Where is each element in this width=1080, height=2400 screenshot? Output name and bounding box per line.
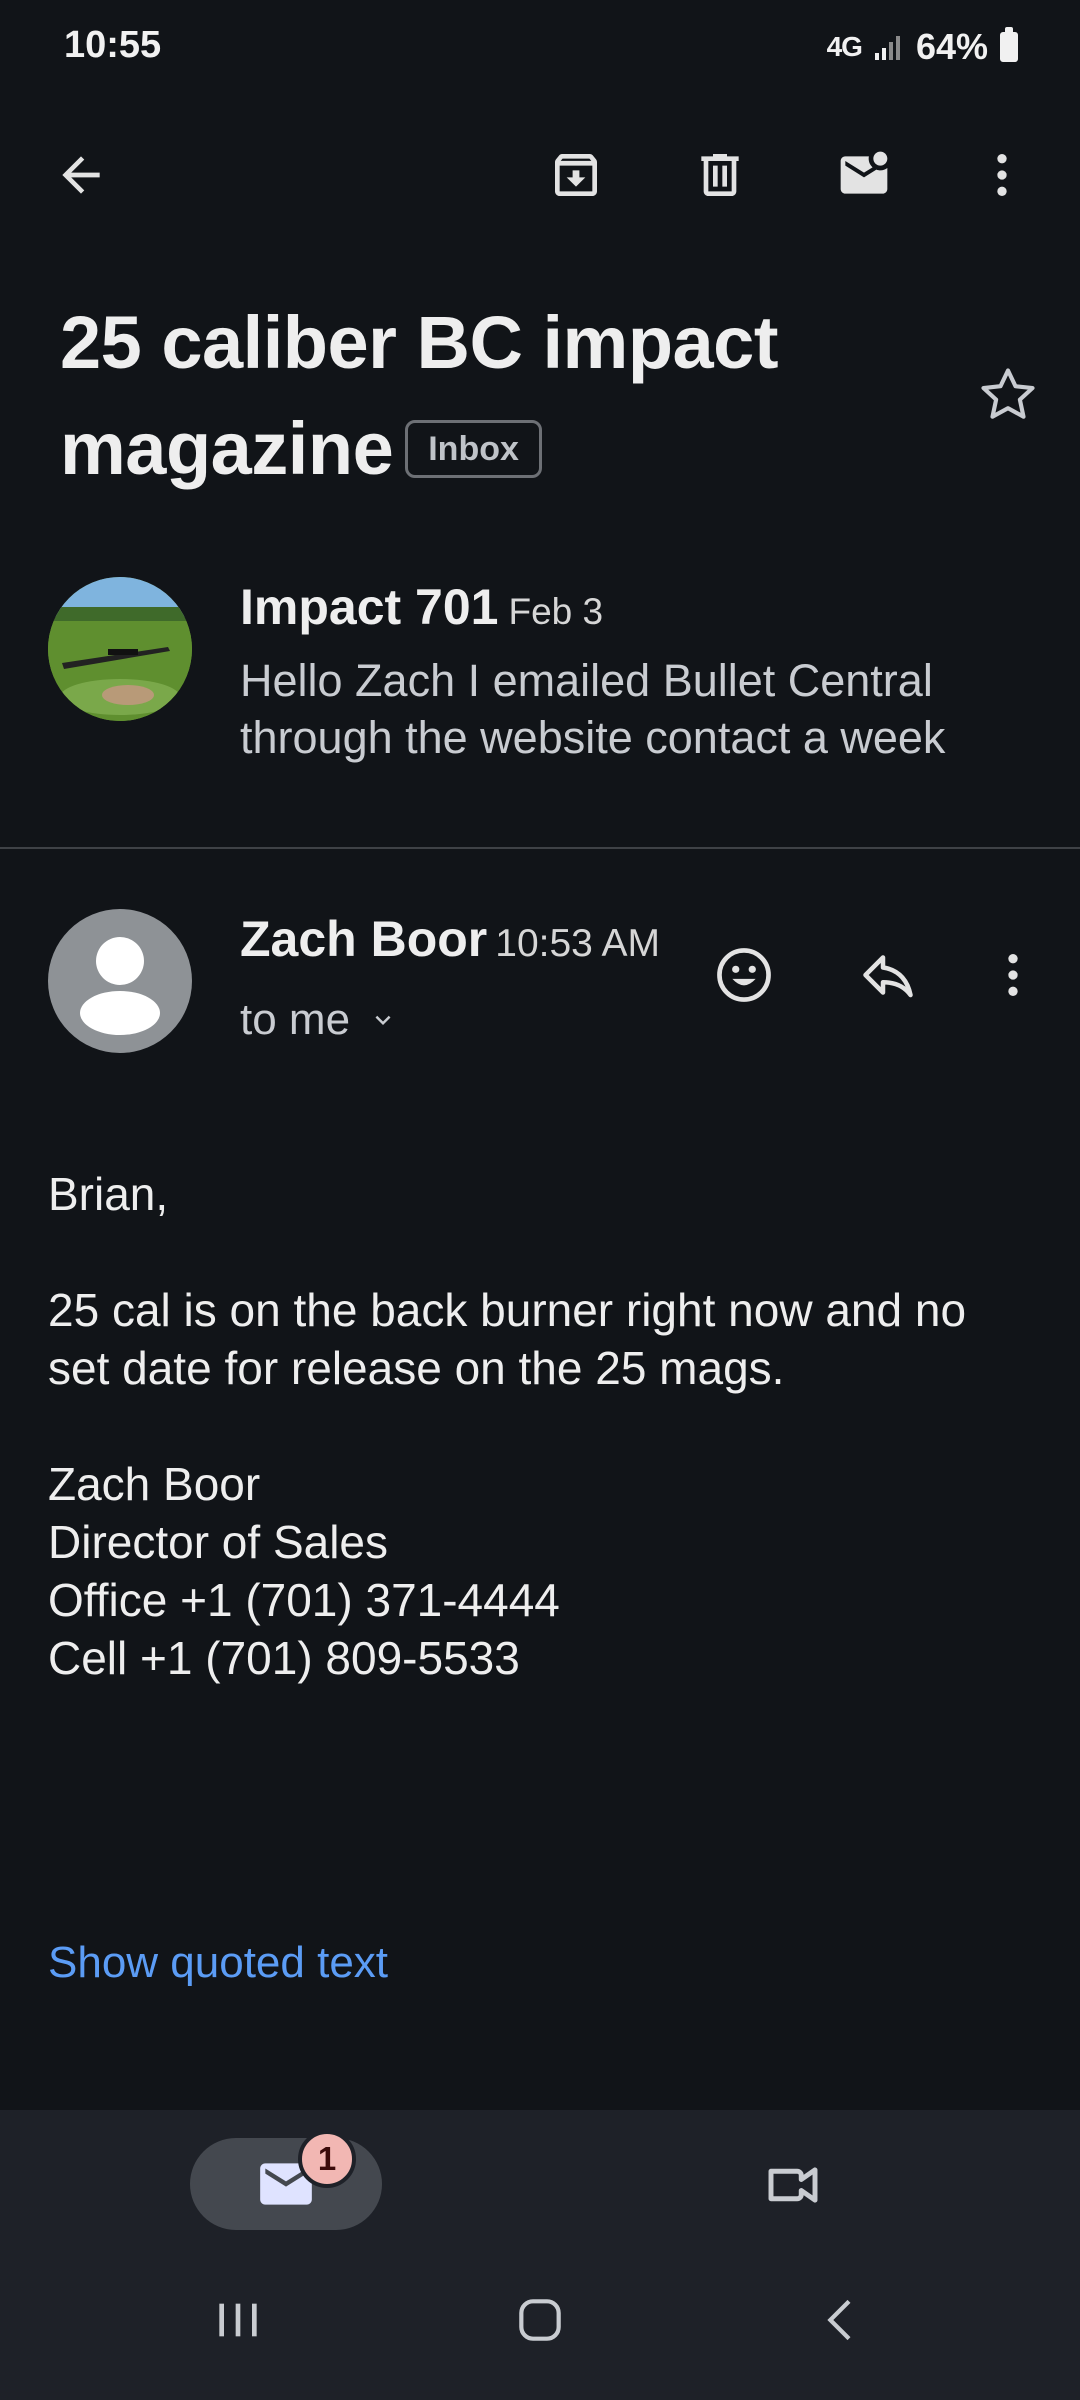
message-more-icon[interactable] xyxy=(968,930,1058,1020)
body-paragraph: 25 cal is on the back burner right now a… xyxy=(48,1284,967,1394)
trash-icon[interactable] xyxy=(675,130,765,220)
nav-meet-tab[interactable] xyxy=(748,2140,838,2230)
system-back-icon[interactable] xyxy=(792,2270,892,2370)
message-divider xyxy=(0,847,1080,849)
unread-count-badge: 1 xyxy=(298,2130,356,2188)
video-camera-icon xyxy=(768,2167,818,2203)
email-subject: 25 caliber BC impact magazine Inbox xyxy=(60,290,920,502)
reply-icon[interactable] xyxy=(843,930,933,1020)
recipient-toggle[interactable]: to me xyxy=(240,995,398,1045)
signature-cell: Cell +1 (701) 809-5533 xyxy=(48,1632,520,1684)
open-time: 10:53 AM xyxy=(495,922,661,965)
open-sender: Zach Boor 10:53 AM xyxy=(240,910,660,968)
collapsed-snippet: Hello Zach I emailed Bullet Central thro… xyxy=(240,655,946,763)
status-time: 10:55 xyxy=(64,24,162,66)
body-greeting: Brian, xyxy=(48,1168,169,1220)
emoji-reaction-icon[interactable] xyxy=(699,930,789,1020)
open-message-header: Zach Boor 10:53 AM to me xyxy=(0,900,1080,1070)
mark-unread-icon[interactable] xyxy=(819,130,909,220)
top-toolbar xyxy=(0,130,1080,220)
battery-percent: 64% xyxy=(915,26,988,67)
network-indicator: 4G xyxy=(826,31,863,62)
bottom-navigation: 1 xyxy=(0,2110,1080,2400)
collapsed-date: Feb 3 xyxy=(508,591,604,632)
show-quoted-text-link[interactable]: Show quoted text xyxy=(48,1938,388,1988)
signal-icon xyxy=(874,36,900,60)
message-body: Brian, 25 cal is on the back burner righ… xyxy=(48,1165,1038,1687)
archive-icon[interactable] xyxy=(531,130,621,220)
collapsed-sender-name: Impact 701 xyxy=(240,579,499,635)
collapsed-sender: Impact 701 Feb 3 xyxy=(240,578,603,636)
home-icon[interactable] xyxy=(490,2270,590,2370)
battery-icon xyxy=(1000,27,1018,62)
recipient-text: to me xyxy=(240,995,351,1044)
status-bar: 10:55 4G 64% xyxy=(0,0,1080,95)
inbox-label-badge[interactable]: Inbox xyxy=(405,420,542,478)
recent-apps-icon[interactable] xyxy=(188,2270,288,2370)
collapsed-message[interactable]: Impact 701 Feb 3 Hello Zach I emailed Bul… xyxy=(0,560,1080,845)
status-icons: 4G 64% xyxy=(827,26,1018,68)
signature-name: Zach Boor xyxy=(48,1458,261,1510)
signature-title: Director of Sales xyxy=(48,1516,389,1568)
back-arrow-icon[interactable] xyxy=(36,130,126,220)
signature-office: Office +1 (701) 371-4444 xyxy=(48,1574,560,1626)
open-sender-name: Zach Boor xyxy=(240,911,488,967)
star-icon[interactable] xyxy=(968,355,1048,435)
chevron-down-icon xyxy=(375,1015,391,1025)
sender-avatar-photo xyxy=(48,577,192,721)
email-screen: 10:55 4G 64% 25 caliber BC impact magazi… xyxy=(0,0,1080,2400)
more-vert-icon[interactable] xyxy=(957,130,1047,220)
default-avatar-icon[interactable] xyxy=(48,909,192,1053)
